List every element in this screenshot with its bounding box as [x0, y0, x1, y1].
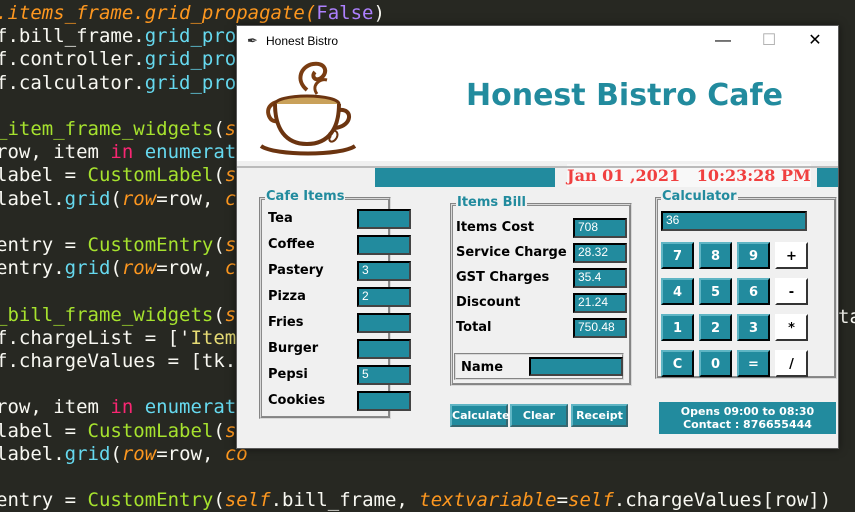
close-button[interactable]: ✕: [792, 26, 838, 56]
bill-row-value: 708: [573, 218, 627, 238]
coffee-cup-logo: [259, 61, 357, 156]
time-text: 10:23:28 PM: [696, 166, 811, 185]
cafe-item-label: Pizza: [268, 289, 306, 304]
cafe-item-label: Pepsi: [268, 367, 308, 382]
cafe-item-quantity-input[interactable]: 2: [357, 287, 411, 307]
name-input[interactable]: [529, 357, 623, 376]
bill-row-value: 35.4: [573, 268, 627, 288]
items-bill-legend: Items Bill: [456, 195, 527, 210]
calc-key-equals[interactable]: =: [737, 350, 770, 377]
bill-row-label: Discount: [456, 295, 521, 310]
name-label: Name: [461, 360, 504, 375]
calc-key-multiply[interactable]: *: [775, 314, 808, 341]
cafe-item-label: Pastery: [268, 263, 324, 278]
code-line: label.grid(row=row, co: [0, 187, 248, 210]
code-line: _item_frame_widgets(se: [0, 118, 248, 140]
calc-key-6[interactable]: 6: [737, 278, 770, 305]
code-line: f.controller.grid_propa: [0, 48, 260, 71]
cafe-item-quantity-input[interactable]: [357, 391, 411, 411]
cafe-item-quantity-input[interactable]: [357, 313, 411, 333]
code-line: entry = CustomEntry(self.bill_frame, tex…: [0, 489, 832, 512]
cafe-item-quantity-input[interactable]: 3: [357, 261, 411, 281]
bill-row-value: 21.24: [573, 293, 627, 313]
cafe-item-quantity-input[interactable]: 5: [357, 365, 411, 385]
calculate-button[interactable]: Calculate: [450, 404, 510, 427]
code-line: row, item in enumerat: [0, 141, 237, 164]
cafe-item-quantity-input[interactable]: [357, 339, 411, 359]
code-line: entry.grid(row=row, co: [0, 257, 248, 280]
calc-key-8[interactable]: 8: [699, 242, 732, 269]
calc-key-divide[interactable]: /: [775, 350, 808, 377]
code-line: f.chargeValues = [tk.St: [0, 350, 260, 372]
page-title: Honest Bistro Cafe: [466, 78, 783, 113]
minimize-button[interactable]: —: [700, 26, 746, 56]
date-text: Jan 01 ,2021: [567, 166, 681, 185]
info-panel: Opens 09:00 to 08:30 Contact : 876655444: [659, 402, 836, 434]
code-line: f.chargeList = ['Items: [0, 326, 248, 349]
bill-row-label: GST Charges: [456, 270, 550, 285]
receipt-button[interactable]: Receipt: [571, 404, 628, 427]
name-field-frame: Name: [454, 353, 624, 380]
code-line: .items_frame.grid_propagate(False): [0, 2, 385, 24]
items-bill-frame: Items Bill Items Cost 708 Service Charge 28…: [450, 195, 632, 386]
bill-row-value: 750.48: [573, 318, 627, 338]
code-line: label = CustomLabel(se: [0, 419, 248, 442]
cafe-item-label: Fries: [268, 315, 304, 330]
bill-row-label: Items Cost: [456, 220, 535, 235]
cafe-items-legend: Cafe Items: [265, 189, 346, 204]
calc-key-1[interactable]: 1: [661, 314, 694, 341]
bill-row-label: Service Charge: [456, 245, 567, 260]
calc-key-0[interactable]: 0: [699, 350, 732, 377]
calculator-display[interactable]: 36: [661, 211, 807, 231]
code-line: label.grid(row=row, co: [0, 442, 248, 465]
calc-key-2[interactable]: 2: [699, 314, 732, 341]
header-separator: [237, 166, 838, 168]
cafe-item-quantity-input[interactable]: [357, 209, 411, 229]
code-line: row, item in enumerat: [0, 396, 237, 419]
calc-key-5[interactable]: 5: [699, 278, 732, 305]
cafe-items-frame: Cafe Items Tea Coffee Pastery 3 Pizza 2 Fries B…: [259, 189, 411, 419]
calc-key-7[interactable]: 7: [661, 242, 694, 269]
header-accent-bar-left: [375, 168, 555, 187]
bill-row-value: 28.32: [573, 243, 627, 263]
cafe-item-label: Tea: [268, 211, 293, 226]
clear-button[interactable]: Clear: [510, 404, 568, 427]
app-window: ✒ Honest Bistro — ☐ ✕ Honest Bistro Cafe…: [236, 25, 839, 449]
header: Honest Bistro Cafe Jan 01 ,2021 10:23:28…: [237, 56, 838, 187]
window-title: Honest Bistro: [266, 34, 339, 48]
calculator-frame: Calculator 36 7 8 9 +4 5 6- 1 2 3 * C 0 = /: [655, 189, 837, 379]
cafe-item-label: Burger: [268, 341, 319, 356]
calc-key-clear[interactable]: C: [661, 350, 694, 377]
cafe-item-quantity-input[interactable]: [357, 235, 411, 255]
feather-icon: ✒: [247, 33, 258, 48]
title-bar: ✒ Honest Bistro — ☐ ✕: [237, 26, 838, 56]
cafe-item-label: Coffee: [268, 237, 315, 252]
opening-hours: Opens 09:00 to 08:30: [680, 405, 815, 418]
cafe-item-label: Cookies: [268, 393, 326, 408]
code-overflow-text: ta: [838, 306, 855, 328]
contact-info: Contact : 876655444: [683, 418, 812, 431]
calc-key-4[interactable]: 4: [661, 278, 694, 305]
header-accent-bar-right: [817, 168, 838, 187]
code-line: entry = CustomEntry(se: [0, 234, 248, 256]
code-line: f.calculator.grid_propa: [0, 71, 260, 94]
calc-key-plus[interactable]: +: [775, 242, 808, 269]
code-line: label = CustomLabel(se: [0, 164, 248, 187]
code-line: _bill_frame_widgets(se: [0, 303, 248, 326]
maximize-button[interactable]: ☐: [746, 26, 792, 56]
calc-key-3[interactable]: 3: [737, 314, 770, 341]
calculator-legend: Calculator: [661, 189, 738, 204]
bill-row-label: Total: [456, 320, 492, 335]
calc-key-9[interactable]: 9: [737, 242, 770, 269]
calc-key-minus[interactable]: -: [775, 278, 808, 305]
